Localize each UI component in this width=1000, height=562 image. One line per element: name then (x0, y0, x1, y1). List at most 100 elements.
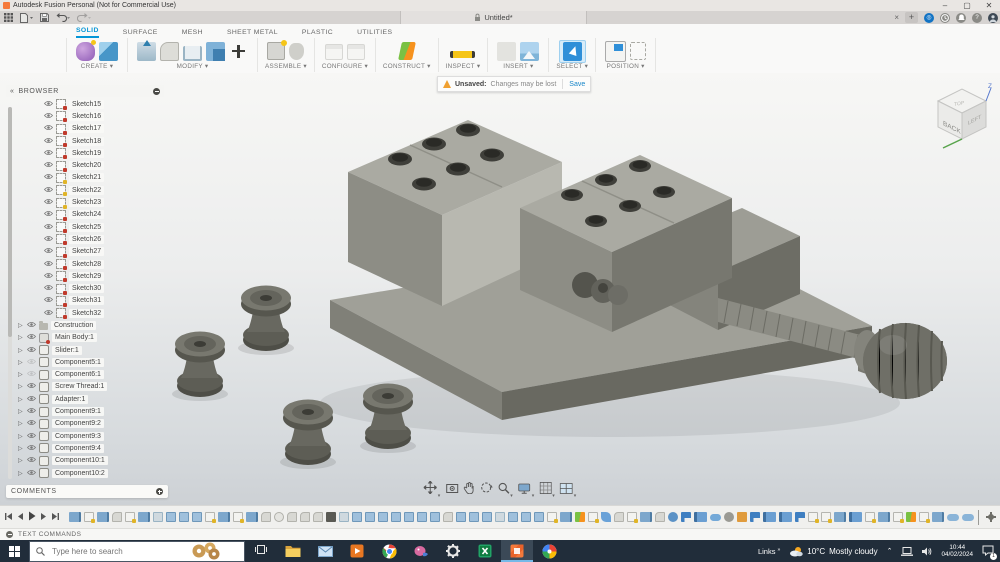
visibility-eye-icon[interactable] (43, 186, 54, 195)
taskbar-app-file-explorer[interactable] (277, 540, 309, 562)
visibility-eye-icon[interactable] (26, 419, 37, 428)
browser-item[interactable]: Sketch16 (43, 110, 174, 123)
browser-item[interactable]: Sketch32 (43, 307, 174, 320)
group-modify[interactable]: MODIFY ▾ (128, 38, 258, 72)
visibility-eye-icon[interactable] (43, 161, 54, 170)
construction-plane-icon[interactable] (397, 42, 416, 60)
timeline-feature-sketch[interactable] (233, 512, 244, 523)
timeline-feature-fillet[interactable] (300, 512, 310, 522)
timeline-feature-flag[interactable] (681, 512, 691, 522)
timeline-feature-fillet[interactable] (614, 512, 624, 522)
visibility-eye-icon[interactable] (43, 223, 54, 232)
expand-arrow-icon[interactable]: ▷ (18, 371, 24, 378)
browser-item[interactable]: Sketch31 (43, 295, 174, 307)
taskbar-app-photos[interactable] (533, 540, 565, 562)
visibility-eye-icon[interactable] (26, 444, 37, 453)
show-data-panel-icon[interactable] (4, 13, 13, 22)
browser-header[interactable]: « BROWSER (6, 85, 164, 97)
ribbon-tab-mesh[interactable]: MESH (182, 29, 203, 38)
timeline-feature-copy[interactable] (534, 512, 544, 522)
step-forward-button[interactable] (40, 508, 47, 526)
timeline-position-marker[interactable] (978, 509, 979, 525)
browser-item[interactable]: Sketch24 (43, 209, 174, 221)
timeline-feature-sketch[interactable] (588, 512, 599, 523)
notifications-icon[interactable] (956, 12, 966, 23)
browser-item[interactable]: Sketch26 (43, 233, 174, 246)
dropdown-caret-icon[interactable]: ▾ (532, 493, 535, 499)
viewport-canvas[interactable]: « BROWSER Sketch15 Sketch16 Sketch17 Sketch… (0, 73, 1000, 505)
visibility-eye-icon[interactable] (26, 370, 37, 379)
minimize-button[interactable]: – (934, 0, 956, 11)
visibility-eye-icon[interactable] (43, 124, 54, 133)
file-menu-icon[interactable] (20, 12, 33, 23)
timeline-feature-copy[interactable] (365, 512, 375, 522)
start-button[interactable] (0, 540, 29, 562)
timeline-feature-joint[interactable] (763, 512, 776, 522)
visibility-eye-icon[interactable] (43, 272, 54, 281)
taskbar-app-mail[interactable] (309, 540, 341, 562)
joint-icon[interactable] (289, 42, 305, 60)
viewports-icon[interactable]: ▾ (559, 481, 577, 499)
expand-arrow-icon[interactable]: ▷ (18, 359, 24, 366)
text-commands-bar[interactable]: TEXT COMMANDS (0, 528, 1000, 540)
expand-arrow-icon[interactable]: ▷ (18, 433, 24, 440)
group-assemble[interactable]: ASSEMBLE ▾ (258, 38, 315, 72)
timeline-feature-copy[interactable] (508, 512, 518, 522)
group-create[interactable]: CREATE ▾ (66, 38, 128, 72)
close-button[interactable]: ✕ (978, 0, 1000, 11)
timeline-feature-sketch[interactable] (893, 512, 904, 523)
timeline-feature-body[interactable] (218, 512, 230, 522)
browser-item[interactable]: ▷ Component6:1 (18, 369, 174, 381)
zoom-icon[interactable]: ▾ (497, 481, 513, 499)
visibility-eye-icon[interactable] (43, 235, 54, 244)
browser-item[interactable]: ▷ Component10:2 (18, 467, 174, 479)
visibility-eye-icon[interactable] (26, 407, 37, 416)
timeline-feature-construct[interactable] (575, 512, 585, 522)
dropdown-caret-icon[interactable]: ▾ (574, 493, 577, 499)
search-highlight-doodle[interactable] (189, 542, 223, 560)
browser-item[interactable]: Sketch17 (43, 123, 174, 135)
create-box-icon[interactable] (99, 41, 118, 61)
taskbar-app-fusion[interactable] (501, 540, 533, 562)
group-construct[interactable]: CONSTRUCT ▾ (376, 38, 439, 72)
timeline-feature-fillet[interactable] (655, 512, 665, 522)
create-form-icon[interactable] (76, 39, 96, 61)
save-button[interactable]: Save (569, 81, 585, 88)
skip-to-end-button[interactable] (51, 508, 60, 526)
timeline-feature-copy[interactable] (404, 512, 414, 522)
visibility-eye-icon[interactable] (43, 284, 54, 293)
browser-item[interactable]: Sketch27 (43, 246, 174, 258)
canvas-image-icon[interactable] (520, 41, 540, 61)
visibility-eye-icon[interactable] (43, 296, 54, 305)
timeline-feature-shell[interactable] (339, 512, 349, 522)
links-toolbar[interactable]: Links» (758, 547, 780, 556)
timeline-feature-fillet[interactable] (287, 512, 297, 522)
add-comment-icon[interactable] (156, 488, 163, 495)
visibility-eye-icon[interactable] (26, 432, 37, 441)
timeline-feature-sketch[interactable] (205, 512, 216, 523)
browser-item[interactable]: ▷ Component9:2 (18, 418, 174, 430)
comments-panel[interactable]: COMMENTS (6, 485, 168, 498)
visibility-eye-icon[interactable] (43, 149, 54, 158)
look-at-icon[interactable] (445, 481, 458, 499)
expand-arrow-icon[interactable]: ▷ (18, 420, 24, 427)
timeline-feature-flag[interactable] (795, 512, 805, 522)
visibility-eye-icon[interactable] (26, 321, 37, 330)
configure-insert-icon[interactable] (346, 44, 365, 60)
timeline-feature-copy[interactable] (417, 512, 427, 522)
browser-item[interactable]: ▷ Construction (18, 319, 174, 331)
document-tab[interactable]: Untitled* (400, 11, 587, 24)
timeline-feature-copy[interactable] (521, 512, 531, 522)
timeline-feature-sketch[interactable] (919, 512, 930, 523)
timeline-feature-copy[interactable] (456, 512, 466, 522)
step-back-button[interactable] (17, 508, 24, 526)
taskbar-app-settings[interactable] (437, 540, 469, 562)
browser-item[interactable]: ▷ Screw Thread:1 (18, 381, 174, 393)
browser-item[interactable]: ▷ Adapter:1 (18, 393, 174, 405)
taskbar-clock[interactable]: 10:44 04/02/2024 (941, 544, 973, 559)
timeline-feature-motion[interactable] (724, 512, 734, 522)
timeline-feature-shell[interactable] (153, 512, 163, 522)
task-view-button[interactable] (255, 542, 267, 560)
extensions-icon[interactable]: ◎ (924, 12, 934, 23)
browser-item[interactable]: Sketch30 (43, 282, 174, 295)
